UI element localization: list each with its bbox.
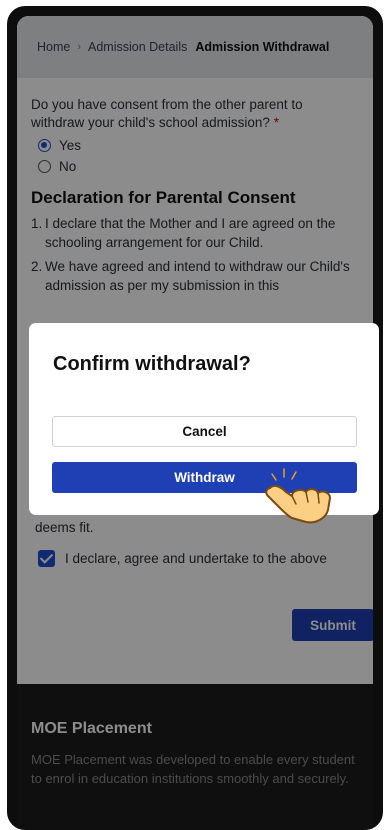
hand-pointer-icon	[265, 468, 331, 524]
dialog-title: Confirm withdrawal?	[53, 353, 251, 375]
cancel-button[interactable]: Cancel	[52, 416, 357, 447]
